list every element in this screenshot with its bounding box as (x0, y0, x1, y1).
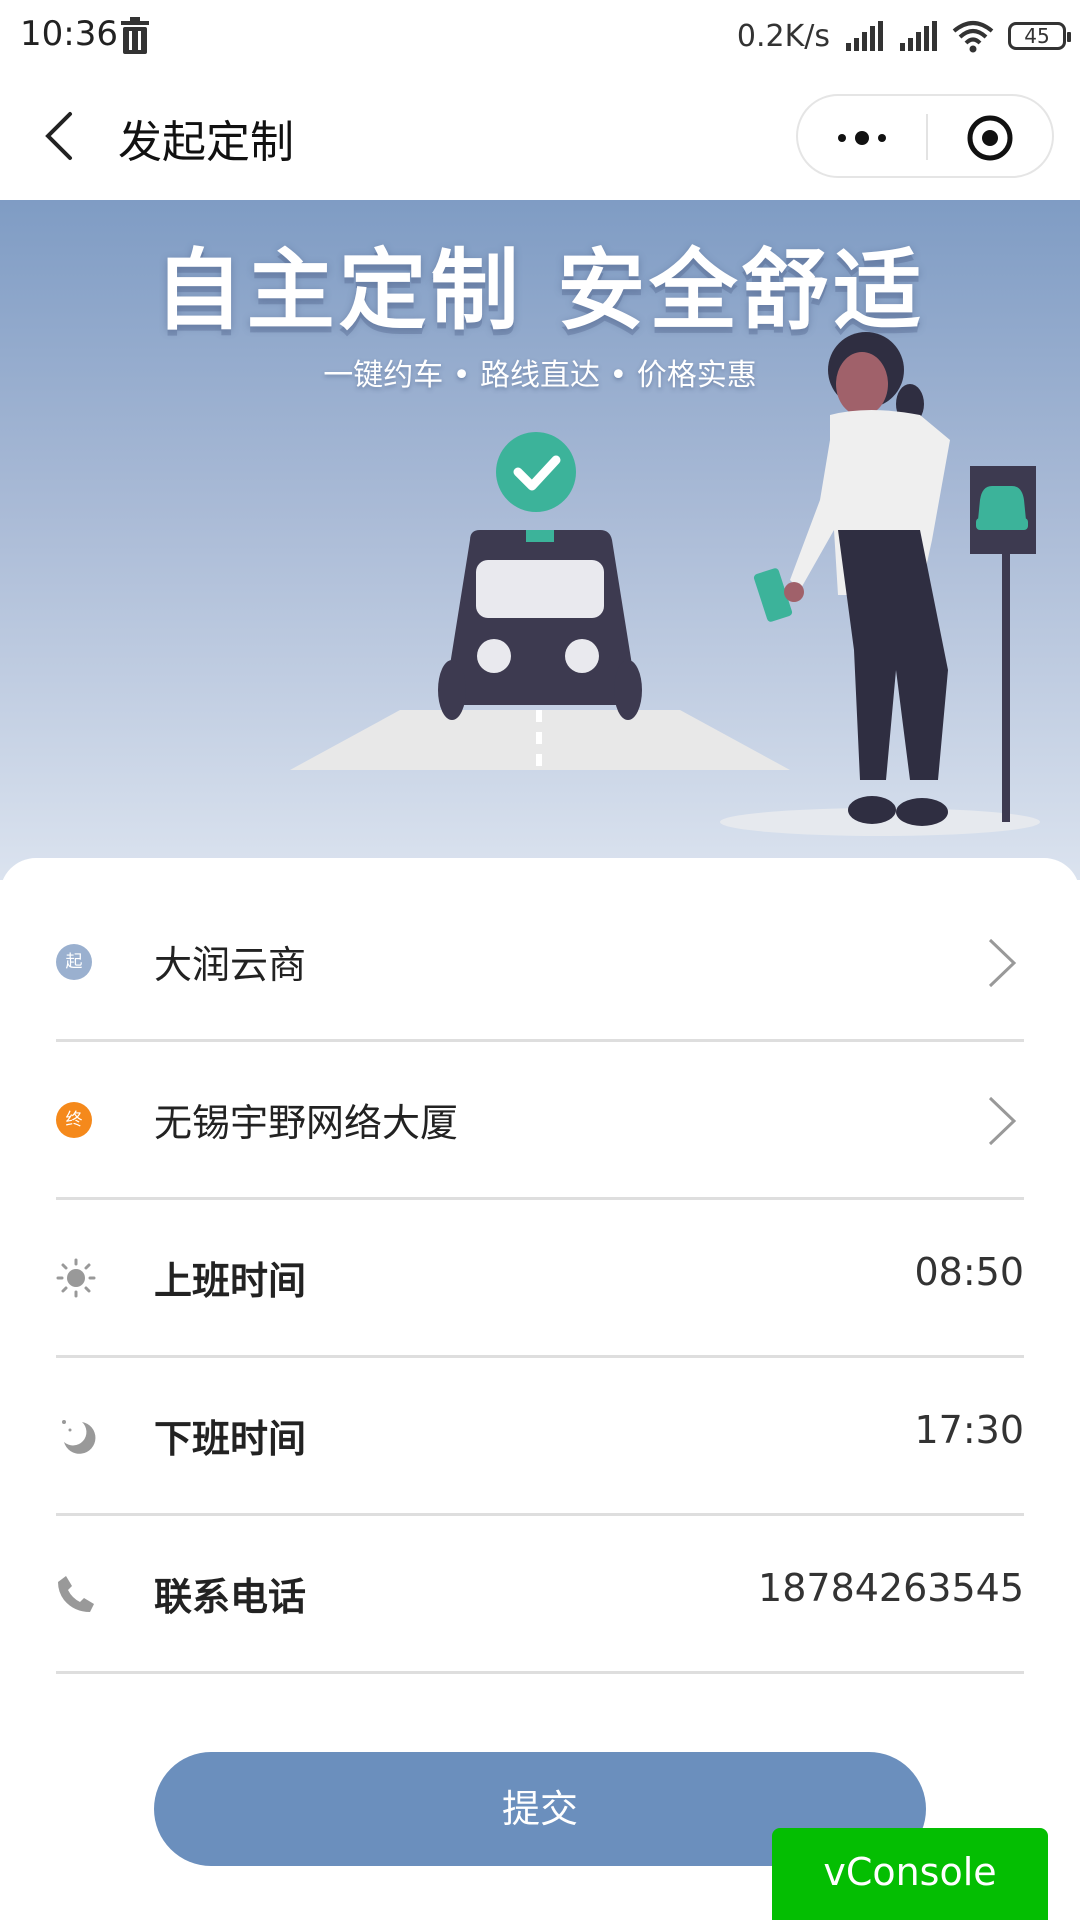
trash-icon (121, 17, 149, 54)
end-location-row[interactable]: 终 无锡宇野网络大厦 (56, 1042, 1024, 1200)
status-indicators: 0.2K/s 45 (736, 12, 1071, 60)
end-badge-icon: 终 (56, 1102, 92, 1138)
phone-value: 18784263545 (758, 1566, 1024, 1610)
work-start-value: 08:50 (914, 1250, 1024, 1294)
start-badge-icon: 起 (56, 944, 92, 980)
back-arrow-icon[interactable] (40, 110, 80, 162)
banner-subtitle: 一键约车 • 路线直达 • 价格实惠 (323, 358, 757, 393)
work-end-time-row[interactable]: 下班时间 17:30 (56, 1358, 1024, 1516)
promo-banner: 自主定制 安全舒适 一键约车 • 路线直达 • 价格实惠 (0, 200, 1080, 880)
end-location-value: 无锡宇野网络大厦 (154, 1101, 459, 1145)
signal-icon (846, 21, 883, 51)
nav-bar: 发起定制 (0, 72, 1080, 200)
work-start-label: 上班时间 (154, 1259, 307, 1303)
start-location-row[interactable]: 起 大润云商 (56, 884, 1024, 1042)
chevron-right-icon (988, 1096, 1017, 1146)
work-end-label: 下班时间 (154, 1417, 307, 1461)
status-time: 10:36 (20, 14, 118, 54)
vconsole-button[interactable]: vConsole (772, 1828, 1048, 1920)
close-target-icon[interactable] (964, 112, 1016, 164)
start-location-value: 大润云商 (154, 943, 307, 987)
status-bar: 10:36 0.2K/s 45 (0, 0, 1080, 72)
work-end-value: 17:30 (914, 1408, 1024, 1452)
wifi-icon (952, 21, 994, 53)
page-title: 发起定制 (118, 117, 294, 168)
capsule-divider (926, 114, 928, 160)
phone-row[interactable]: 联系电话 18784263545 (56, 1516, 1024, 1674)
moon-icon (62, 1420, 96, 1454)
sun-icon (56, 1258, 96, 1298)
work-start-time-row[interactable]: 上班时间 08:50 (56, 1200, 1024, 1358)
signal-icon (900, 21, 937, 51)
phone-icon (58, 1576, 94, 1612)
network-speed: 0.2K/s (736, 18, 830, 54)
phone-label: 联系电话 (154, 1575, 307, 1619)
capsule-menu (796, 94, 1054, 178)
banner-title: 自主定制 安全舒适 (154, 239, 926, 342)
more-icon[interactable] (832, 116, 892, 160)
battery-indicator: 45 (1008, 22, 1071, 50)
chevron-right-icon (988, 938, 1017, 988)
